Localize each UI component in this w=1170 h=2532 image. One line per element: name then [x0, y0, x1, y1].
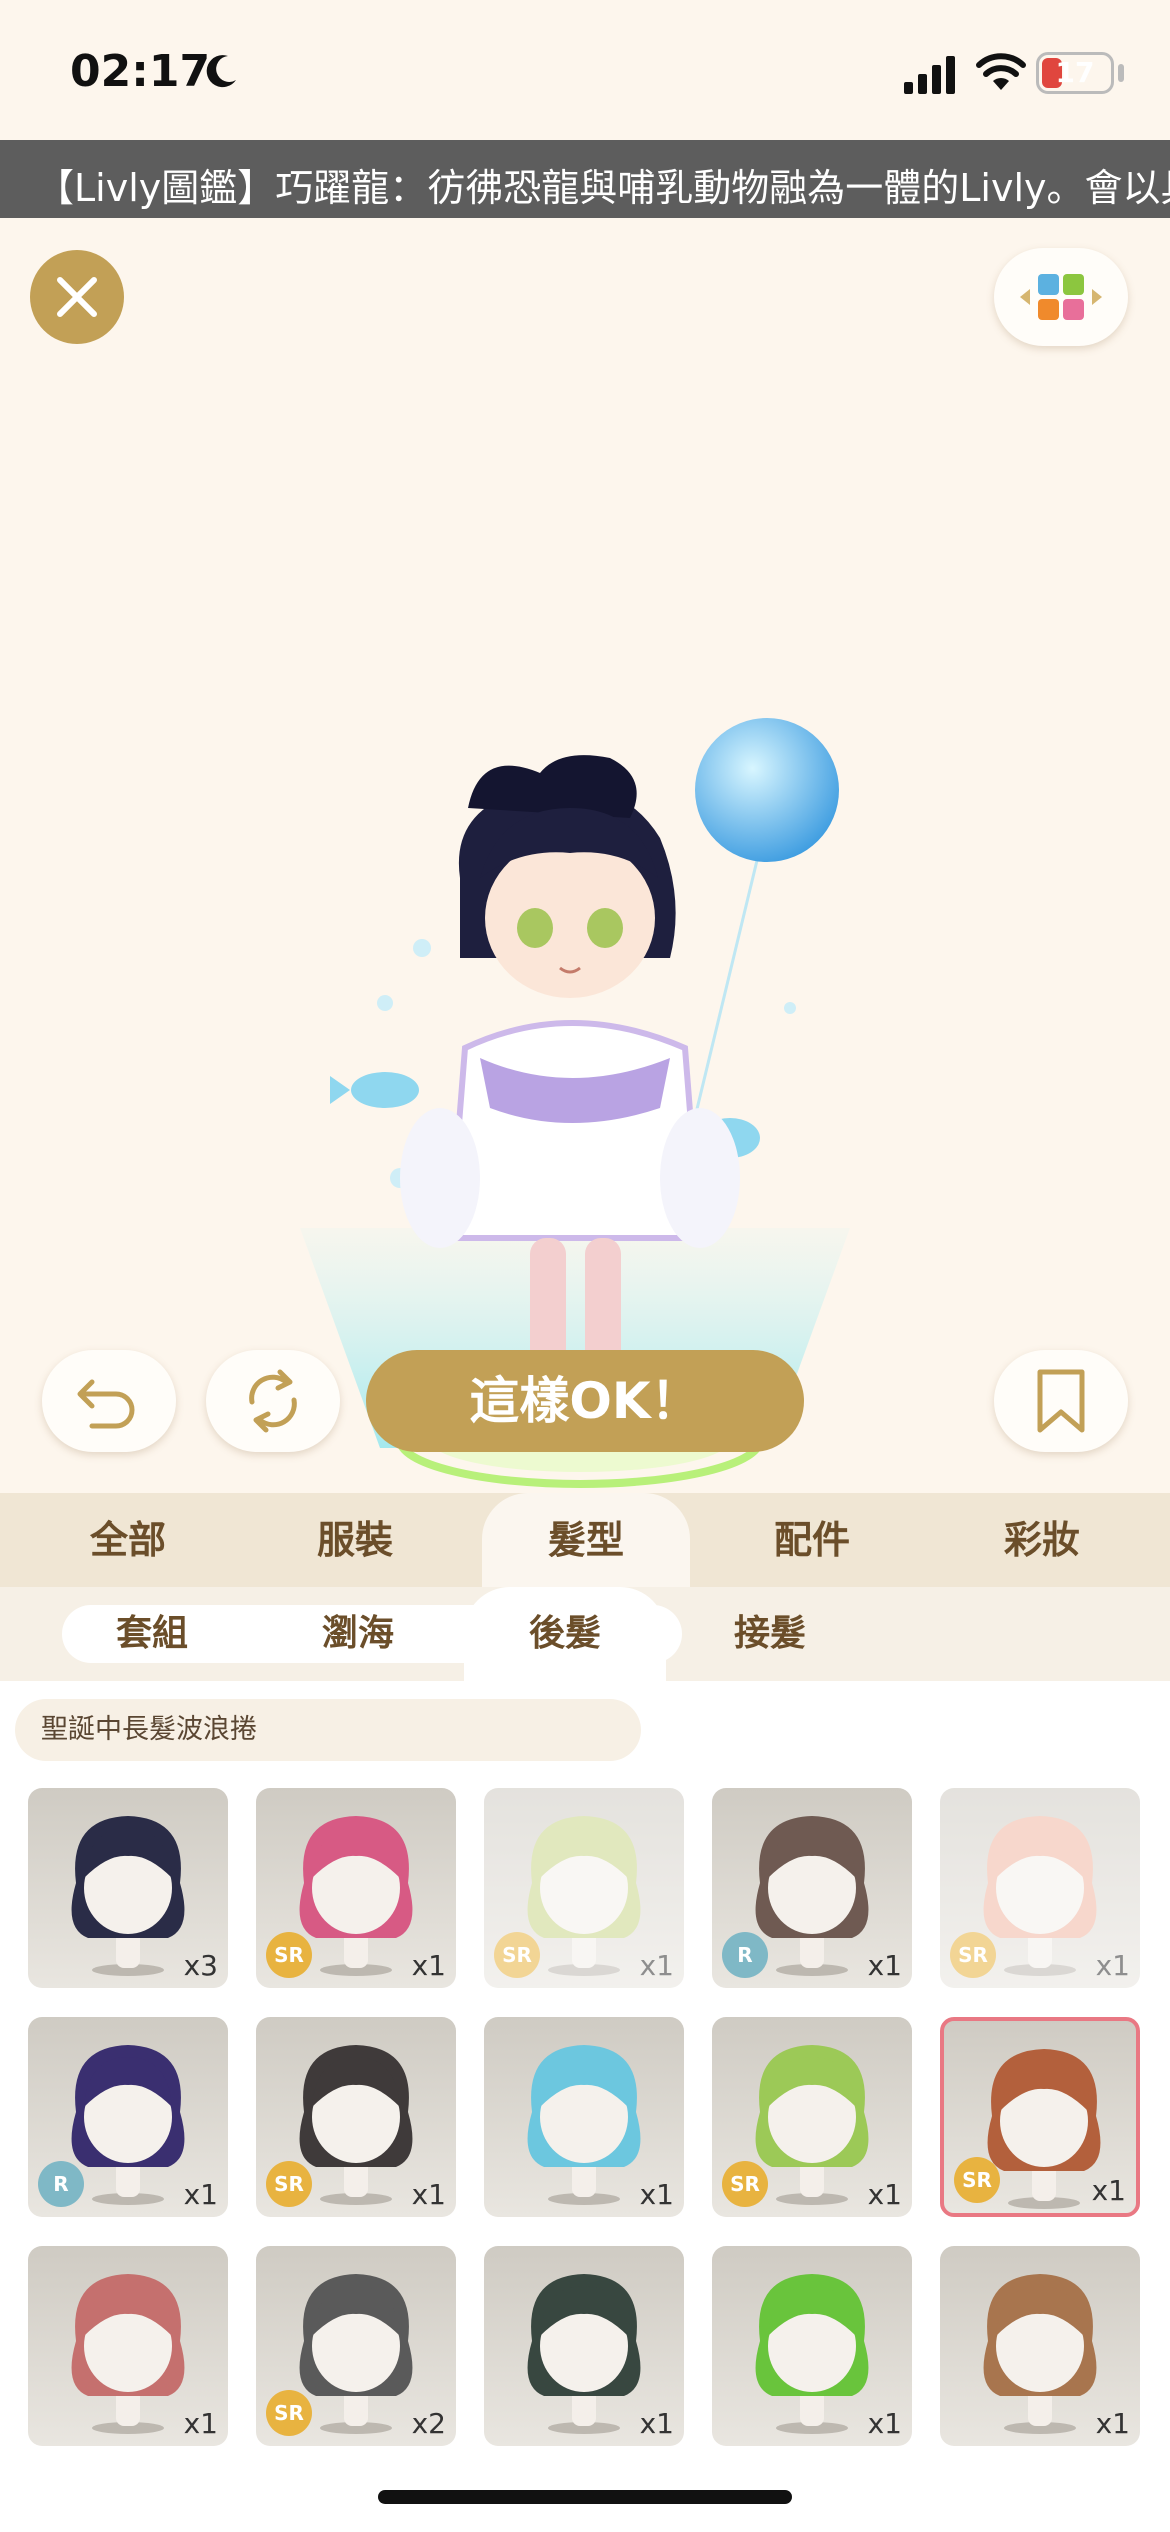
hair-item[interactable]: x1 — [28, 2246, 228, 2446]
hair-item[interactable]: x1 — [484, 2246, 684, 2446]
hair-item[interactable]: SR x1 — [940, 1788, 1140, 1988]
bookmark-icon — [1037, 1369, 1085, 1433]
rarity-badge: SR — [950, 1932, 996, 1978]
rarity-badge: SR — [266, 2390, 312, 2436]
avatar-stage: 這樣OK！ — [0, 218, 1170, 1493]
item-quantity: x1 — [1095, 2407, 1130, 2440]
category-tabs: 全部 服裝 髮型 配件 彩妝 — [0, 1493, 1170, 1587]
hair-item[interactable]: SR x1 — [256, 1788, 456, 1988]
item-quantity: x1 — [411, 2178, 446, 2211]
hair-item[interactable]: SR x1 — [940, 2017, 1140, 2217]
battery-icon: 17 — [1036, 52, 1114, 94]
close-button[interactable] — [30, 250, 124, 344]
signal-icon — [904, 56, 955, 94]
rarity-badge: SR — [494, 1932, 540, 1978]
ticker-text: 【Livly圖鑑】巧躍龍：彷彿恐龍與哺乳動物融為一體的Livly。會以具 — [36, 166, 1170, 210]
hair-item[interactable]: SR x2 — [256, 2246, 456, 2446]
item-quantity: x1 — [183, 2407, 218, 2440]
item-quantity: x1 — [639, 2178, 674, 2211]
hair-item[interactable]: SR x1 — [256, 2017, 456, 2217]
hair-item[interactable]: x1 — [940, 2246, 1140, 2446]
tab-all[interactable]: 全部 — [28, 1493, 228, 1587]
clock: 02:17 — [70, 46, 211, 97]
item-panel: 聖誕中長髮波浪捲 x3 SR x1 SR x1 Rx1 SR x1 Rx1 SR x1 x1 SR x1 S… — [0, 1681, 1170, 2532]
item-quantity: x2 — [411, 2407, 446, 2440]
hair-item[interactable]: x1 — [712, 2246, 912, 2446]
save-outfit-button[interactable] — [994, 1350, 1128, 1452]
hair-item[interactable]: x1 — [484, 2017, 684, 2217]
home-indicator[interactable] — [378, 2490, 792, 2504]
item-quantity: x1 — [1091, 2174, 1126, 2207]
grid-icon — [1020, 274, 1102, 320]
item-quantity: x1 — [183, 2178, 218, 2211]
subtab-bangs[interactable]: 瀏海 — [258, 1587, 458, 1681]
view-toggle-button[interactable] — [994, 248, 1128, 346]
hair-item[interactable]: SR x1 — [712, 2017, 912, 2217]
rarity-badge: SR — [266, 2161, 312, 2207]
status-bar: 02:17 17 — [0, 0, 1170, 140]
rarity-badge: R — [722, 1932, 768, 1978]
item-quantity: x1 — [639, 2407, 674, 2440]
item-quantity: x1 — [867, 2407, 902, 2440]
item-quantity: x1 — [639, 1949, 674, 1982]
item-quantity: x1 — [1095, 1949, 1130, 1982]
hair-item[interactable]: Rx1 — [712, 1788, 912, 1988]
rarity-badge: SR — [722, 2161, 768, 2207]
undo-icon — [77, 1379, 135, 1429]
tab-clothing[interactable]: 服裝 — [255, 1493, 455, 1587]
item-quantity: x1 — [411, 1949, 446, 1982]
randomize-button[interactable] — [206, 1350, 340, 1452]
selected-item-name: 聖誕中長髮波浪捲 — [15, 1699, 641, 1761]
subtab-extensions[interactable]: 接髮 — [670, 1587, 870, 1681]
tab-hairstyle[interactable]: 髮型 — [482, 1493, 690, 1587]
refresh-icon — [249, 1369, 297, 1433]
rarity-badge: R — [38, 2161, 84, 2207]
subtab-back-hair[interactable]: 後髮 — [464, 1587, 666, 1681]
confirm-button[interactable]: 這樣OK！ — [366, 1350, 804, 1452]
undo-button[interactable] — [42, 1350, 176, 1452]
hair-item[interactable]: x3 — [28, 1788, 228, 1988]
hair-item[interactable]: Rx1 — [28, 2017, 228, 2217]
rarity-badge: SR — [266, 1932, 312, 1978]
hair-subtabs: 套組 瀏海 後髮 接髮 — [0, 1587, 1170, 1681]
tab-makeup[interactable]: 彩妝 — [942, 1493, 1142, 1587]
moon-icon — [206, 55, 236, 88]
item-quantity: x1 — [867, 1949, 902, 1982]
tab-accessories[interactable]: 配件 — [712, 1493, 912, 1587]
rarity-badge: SR — [954, 2157, 1000, 2203]
subtab-set[interactable]: 套組 — [52, 1587, 252, 1681]
item-quantity: x3 — [183, 1949, 218, 1982]
news-ticker[interactable]: 【Livly圖鑑】巧躍龍：彷彿恐龍與哺乳動物融為一體的Livly。會以具 — [0, 140, 1170, 218]
wifi-icon — [976, 53, 1026, 90]
close-icon — [57, 277, 97, 317]
item-quantity: x1 — [867, 2178, 902, 2211]
hair-item[interactable]: SR x1 — [484, 1788, 684, 1988]
